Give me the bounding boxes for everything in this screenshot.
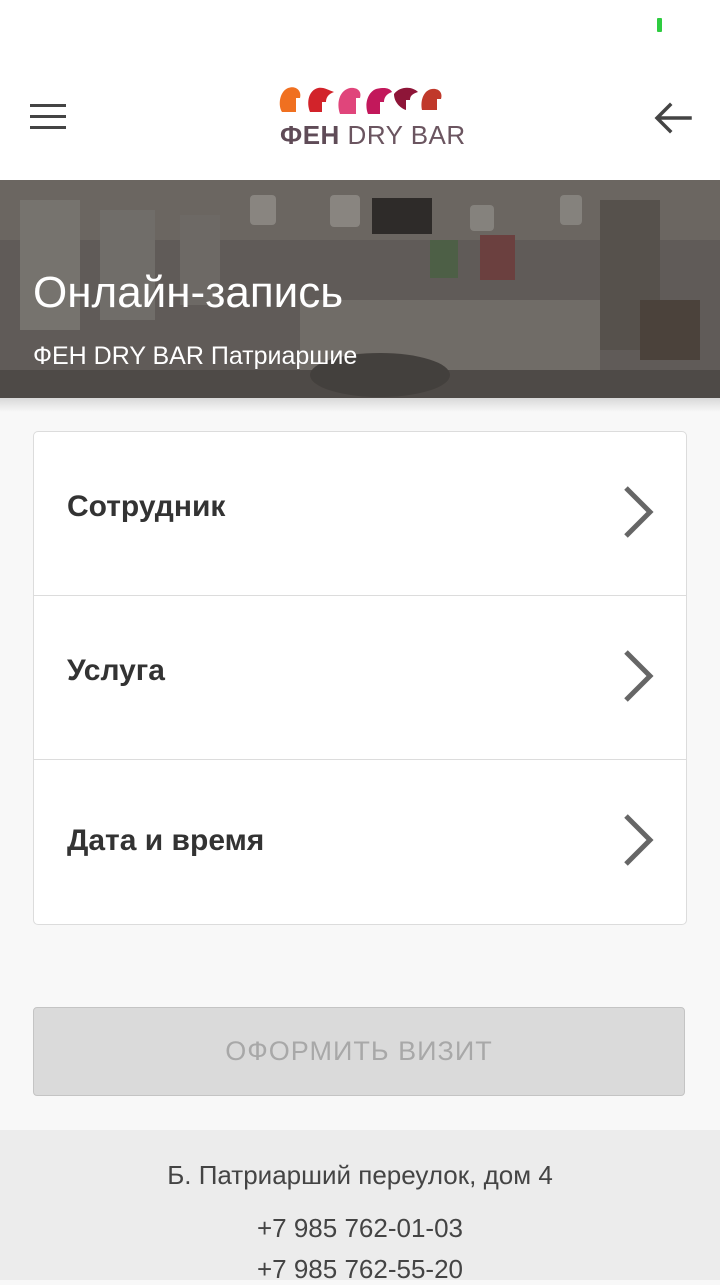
logo-text-rest: DRY BAR [339,120,466,150]
logo-heads-icon [279,87,442,114]
datetime-label: Дата и время [67,824,265,857]
booking-options-card: Сотрудник Услуга Дата и время [33,431,687,925]
service-row[interactable]: Услуга [34,595,686,759]
contacts-footer: Б. Патриарший переулок, дом 4 +7 985 762… [0,1130,720,1284]
hero-banner: Онлайн-запись ФЕН DRY BAR Патриаршие [0,180,720,398]
salon-name: ФЕН DRY BAR Патриаршие [33,342,358,370]
chevron-right-icon [624,814,654,866]
datetime-row[interactable]: Дата и время [34,759,686,924]
status-bar [0,0,720,52]
chevron-right-icon [624,486,654,538]
page-title: Онлайн-запись [33,268,344,317]
hamburger-menu-icon[interactable] [28,102,68,132]
logo-text-bold: ФЕН [280,120,340,150]
employee-label: Сотрудник [67,490,226,523]
service-label: Услуга [67,654,165,687]
arrow-left-icon[interactable] [648,94,696,142]
hero-shadow [0,398,720,412]
book-visit-button[interactable]: ОФОРМИТЬ ВИЗИТ [33,1007,685,1096]
logo-text: ФЕН DRY BAR [280,120,466,151]
phone-link[interactable]: +7 985 762-55-20 [0,1254,720,1285]
battery-icon [657,18,662,32]
phone-link[interactable]: +7 985 762-01-03 [0,1213,720,1244]
chevron-right-icon [624,650,654,702]
employee-row[interactable]: Сотрудник [34,432,686,595]
brand-logo: ФЕН DRY BAR [276,82,465,152]
app-header: ФЕН DRY BAR [0,52,720,180]
address-text: Б. Патриарший переулок, дом 4 [167,1160,553,1190]
